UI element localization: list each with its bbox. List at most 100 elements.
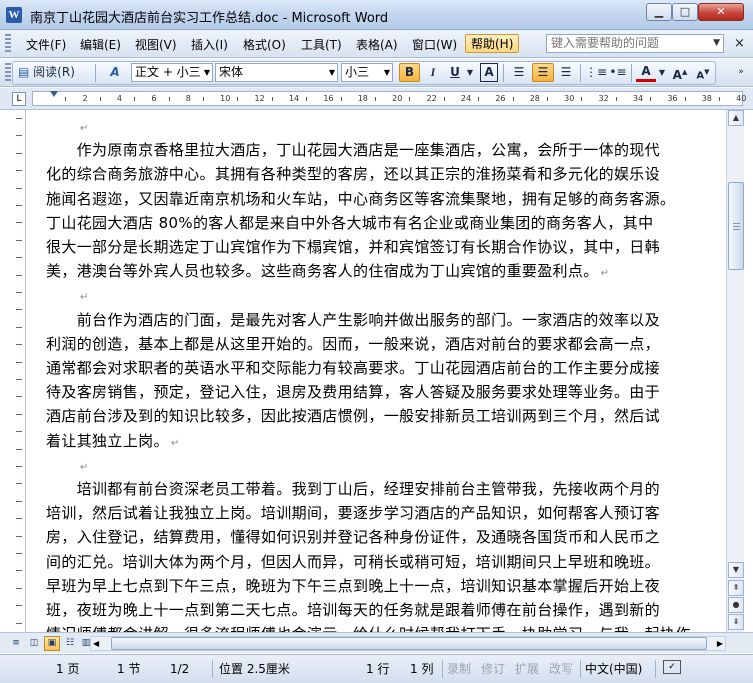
document-line[interactable]: 待及客房销售，预定，登记入住，退房及费用结算，客人答疑及服务要求处理等业务。由于 xyxy=(46,380,660,404)
character-border-button[interactable]: A xyxy=(480,63,498,82)
status-divider xyxy=(580,660,581,678)
ruler-number: 34 xyxy=(632,94,644,103)
bold-button[interactable]: B xyxy=(399,63,420,82)
menu-table[interactable]: 表格(A) xyxy=(350,35,404,54)
normal-view-icon[interactable]: ≡ xyxy=(8,636,24,651)
vertical-scroll-thumb[interactable] xyxy=(728,182,744,270)
numbered-list-icon[interactable]: ⋮≡ xyxy=(585,63,607,82)
document-line[interactable]: 通常都会对求职者的英语水平和交际能力有较高要求。丁山花园酒店前台的工作主要分成接 xyxy=(46,356,660,380)
vertical-ruler-tick xyxy=(16,344,22,346)
line-text: 施闻名遐迩，又因靠近南京机场和火车站，中心商务区等客流集聚地，拥有足够的商务客源… xyxy=(46,189,676,208)
document-line[interactable]: 早班为早上七点到下午三点，晚班为下午三点到晚上十一点，培训知识基本掌握后开始上夜 xyxy=(46,574,660,598)
horizontal-scroll-thumb[interactable] xyxy=(111,637,707,650)
style-select[interactable]: 正文 + 小三 ▼ xyxy=(131,63,213,82)
document-line[interactable]: 很大一部分是长期选定丁山宾馆作为下榻宾馆，并和宾馆签订有长期合作协议，其中，日韩 xyxy=(46,235,660,259)
tab-selector-icon[interactable]: L xyxy=(12,92,26,106)
document-page[interactable]: ↵ 作为原南京香格里拉大酒店，丁山花园大酒店是一座集酒店，公寓，会所于一体的现代… xyxy=(27,110,726,632)
chevron-down-icon[interactable]: ▼ xyxy=(384,64,390,81)
scroll-left-icon[interactable]: ◀ xyxy=(93,637,99,650)
grow-font-button[interactable]: A▲ xyxy=(670,63,690,82)
document-line[interactable]: 施闻名遐迩，又因靠近南京机场和火车站，中心商务区等客流集聚地，拥有足够的商务客源… xyxy=(46,187,675,211)
menu-insert[interactable]: 插入(I) xyxy=(185,35,234,54)
menu-edit[interactable]: 编辑(E) xyxy=(74,35,127,54)
scroll-up-button[interactable]: ▲ xyxy=(728,110,744,126)
status-language[interactable]: 中文(中国) xyxy=(585,661,642,677)
empty-paragraph[interactable]: ↵ xyxy=(46,283,89,307)
maximize-button[interactable]: □ xyxy=(672,3,698,21)
status-record-macro[interactable]: 录制 xyxy=(447,661,471,677)
vertical-ruler-tick xyxy=(16,274,22,276)
print-layout-view-icon[interactable]: ▣ xyxy=(44,636,60,651)
status-extend-selection[interactable]: 扩展 xyxy=(515,661,539,677)
document-line[interactable]: 酒店前台涉及到的知识比较多，因此按酒店惯例，一般安排新员工培训两到三个月，然后试 xyxy=(46,404,660,428)
document-line[interactable]: 丁山花园大酒店 80%的客人都是来自中外各大城市有名企业或商业集团的商务客人，其… xyxy=(46,211,653,235)
document-line[interactable]: 美，港澳台等外宾人员也较多。这些商务客人的住宿成为丁山宾馆的重要盈利点。 ↵ xyxy=(46,259,609,283)
horizontal-ruler[interactable]: 2 4 6 8 10 12 14 16 18 20 22 24 26 28 30 32 34 36 38 40 xyxy=(32,91,746,106)
previous-page-button[interactable]: ⇞ xyxy=(728,580,744,596)
close-window-button[interactable]: ✕ xyxy=(698,3,744,21)
close-document-button[interactable]: × xyxy=(734,36,745,51)
menu-tools[interactable]: 工具(T) xyxy=(295,35,348,54)
toolbar-grip-handle[interactable] xyxy=(5,63,11,83)
empty-paragraph[interactable]: ↵ xyxy=(46,114,89,138)
vertical-ruler-tick xyxy=(16,622,22,624)
spelling-check-icon[interactable]: ✓ xyxy=(663,660,681,674)
ruler-number: 32 xyxy=(598,94,609,103)
underline-button[interactable]: U xyxy=(446,63,464,82)
outline-view-icon[interactable]: ☷ xyxy=(62,636,78,651)
status-track-changes[interactable]: 修订 xyxy=(481,661,505,677)
vertical-ruler-tick xyxy=(16,413,22,415)
document-line[interactable]: 情况师傅都会讲解，很多流程师傅也会演示，给什么时候帮我打下手，协助学习，与我一起… xyxy=(46,622,691,632)
next-page-button[interactable]: ⇟ xyxy=(728,614,744,630)
scroll-right-icon[interactable]: ▶ xyxy=(717,637,723,650)
shrink-font-button[interactable]: A▼ xyxy=(693,63,713,82)
font-size-select[interactable]: 小三 ▼ xyxy=(341,63,393,82)
first-line-indent-marker[interactable] xyxy=(50,91,58,97)
menu-grip-handle[interactable] xyxy=(5,34,11,54)
status-overtype[interactable]: 改写 xyxy=(549,661,573,677)
style-value: 正文 + 小三 xyxy=(135,65,201,79)
arrow-up-icon: ▲ xyxy=(681,68,688,76)
minimize-button[interactable]: ▁ xyxy=(646,3,672,21)
chevron-down-icon[interactable]: ▼ xyxy=(465,63,475,82)
status-column: 1 列 xyxy=(410,662,434,676)
web-layout-view-icon[interactable]: ◫ xyxy=(26,636,42,651)
document-line[interactable]: 作为原南京香格里拉大酒店，丁山花园大酒店是一座集酒店，公寓，会所于一体的现代 xyxy=(46,138,660,162)
document-line[interactable]: 间的汇兑。培训大体为两个月，但因人而异，可稍长或稍可短，培训期间只上早班和晚班。 xyxy=(46,550,660,574)
document-line[interactable]: 利润的创造，基本上都是从这里开始的。因而，一般来说，酒店对前台的要求都会高一点， xyxy=(46,332,660,356)
menu-file[interactable]: 文件(F) xyxy=(20,35,72,54)
select-browse-object-button[interactable]: ● xyxy=(728,597,744,613)
toolbar-options-icon[interactable]: » xyxy=(734,63,748,82)
menu-format[interactable]: 格式(O) xyxy=(237,35,292,54)
chevron-down-icon[interactable]: ▼ xyxy=(329,64,335,81)
italic-button[interactable]: I xyxy=(423,63,443,82)
font-color-button[interactable]: A xyxy=(636,63,656,82)
chevron-down-icon[interactable]: ▼ xyxy=(713,35,720,52)
document-line[interactable]: 班，夜班为晚上十一点到第二天七点。培训每天的任务就是跟着师傅在前台操作，遇到新的 xyxy=(46,598,660,622)
scroll-down-button[interactable]: ▼ xyxy=(728,562,744,578)
document-line[interactable]: 房，入住登记，结算费用，懂得如何识别并登记各种身份证件，及通晓各国货币和人民币之 xyxy=(46,525,660,549)
styles-pane-icon[interactable]: A xyxy=(104,63,126,82)
document-line[interactable]: 培训都有前台资深老员工带着。我到丁山后，经理安排前台主管带我，先接收两个月的 xyxy=(46,477,660,501)
document-line[interactable]: 培训，然后试着让我独立上岗。培训期间，要逐步学习酒店的产品知识，如何帮客人预订客 xyxy=(46,501,660,525)
bulleted-list-icon[interactable]: •≡ xyxy=(608,63,628,82)
word-app-icon[interactable]: W xyxy=(6,7,22,23)
menu-window[interactable]: 窗口(W) xyxy=(406,35,463,54)
vertical-scrollbar[interactable]: ▲ ▼ ⇞ ● ⇟ xyxy=(726,110,744,632)
align-center-icon[interactable]: ☰ xyxy=(532,63,554,82)
align-right-icon[interactable]: ☰ xyxy=(556,63,576,82)
menu-help[interactable]: 帮助(H) xyxy=(465,34,520,53)
horizontal-scrollbar[interactable]: ◀ ▶ xyxy=(90,636,726,651)
chevron-down-icon[interactable]: ▼ xyxy=(204,64,210,81)
document-line[interactable]: 前台作为酒店的门面，是最先对客人产生影响并做出服务的部门。一家酒店的效率以及 xyxy=(46,308,660,332)
empty-paragraph[interactable]: ↵ xyxy=(46,453,89,477)
align-left-icon[interactable]: ☰ xyxy=(509,63,529,82)
reading-mode-button[interactable]: ▤ 阅读(R) xyxy=(18,63,86,82)
help-search-input[interactable]: 键入需要帮助的问题 ▼ xyxy=(546,34,724,53)
line-text: 房，入住登记，结算费用，懂得如何识别并登记各种身份证件，及通晓各国货币和人民币之 xyxy=(46,528,661,547)
document-line[interactable]: 着让其独立上岗。 ↵ xyxy=(46,429,180,453)
menu-view[interactable]: 视图(V) xyxy=(129,35,183,54)
document-line[interactable]: 化的综合商务旅游中心。其拥有各种类型的客房，还以其正宗的淮扬菜肴和多元化的娱乐设 xyxy=(46,162,660,186)
chevron-down-icon[interactable]: ▼ xyxy=(657,63,667,82)
font-select[interactable]: 宋体 ▼ xyxy=(215,63,338,82)
